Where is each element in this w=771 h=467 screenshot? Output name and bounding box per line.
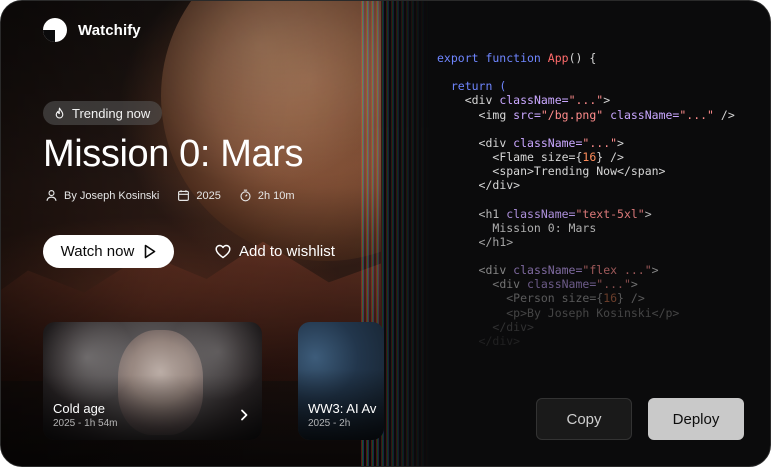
duration-text: 2h 10m [257,189,295,202]
app-name: Watchify [78,21,141,39]
code-attr: className= [603,107,680,122]
code-line: <span>Trending Now</span> [437,164,735,178]
movie-card-ww3[interactable]: WW3: AI Av 2025 - 2h [298,322,384,440]
code-text: </h1> [478,234,514,249]
timer-icon [240,189,251,202]
code-keyword: export function [437,51,541,65]
person-icon [46,190,57,201]
code-text: <img [478,107,514,122]
code-line: <img src="/bg.png" className="..." /> [437,108,735,122]
code-panel: export function App() { return ( <div cl… [437,51,735,348]
code-line: <Person size={16} /> [437,291,735,305]
code-text: () { [568,51,597,65]
copy-button[interactable]: Copy [536,398,632,440]
app-window: Watchify Trending now Mission 0: Mars By… [0,0,771,467]
code-line: <div className="..."> [437,136,735,150]
trending-label: Trending now [72,105,151,121]
meta-duration: 2h 10m [239,189,295,202]
code-attr: src= [513,107,541,122]
code-line: <p>By Joseph Kosinski</p> [437,306,735,320]
code-number: 16 [582,149,597,164]
code-text: /> [713,107,735,122]
code-text: <p>By Joseph Kosinski</p> [506,305,680,320]
code-attr: className= [499,93,569,108]
code-line: Mission 0: Mars [437,221,735,235]
code-text: <div [478,135,514,150]
code-line: export function App() { [437,51,735,65]
code-string: "text-5xl" [575,206,645,221]
watch-now-button[interactable]: Watch now [43,235,174,268]
code-text: } /> [617,291,645,306]
code-attr: className= [527,277,597,292]
movie-card-cold-age[interactable]: Cold age 2025 - 1h 54m [43,322,262,440]
code-text: > [644,206,652,221]
code-text: > [651,263,659,278]
card-title: Cold age [53,401,106,416]
code-text: > [617,135,624,150]
code-attr: className= [506,206,576,221]
code-string: "..." [679,107,714,122]
code-text: > [630,277,638,292]
logo-icon [43,18,67,42]
code-attr: className= [513,135,583,150]
code-string: "..." [582,135,618,150]
code-line: </div> [437,334,735,348]
trending-badge: Trending now [43,101,163,125]
heart-icon [215,244,231,258]
code-line: </div> [437,320,735,334]
code-string: "..." [596,277,631,292]
code-text: <div [492,277,528,292]
wishlist-label: Add to wishlist [239,242,335,260]
brand[interactable]: Watchify [42,17,141,43]
code-text: </div> [478,333,521,348]
code-line: </h1> [437,235,735,249]
flame-icon [55,107,64,118]
code-string: "..." [568,93,604,108]
calendar-icon [178,190,190,201]
code-string: "flex ..." [582,263,652,278]
code-line: <h1 className="text-5xl"> [437,207,735,221]
code-text: } /> [596,149,624,164]
code-text: <span>Trending Now</span> [492,164,666,179]
meta-director: By Joseph Kosinski [45,189,159,202]
code-attr: className= [513,263,583,278]
code-string: "/bg.png" [540,107,604,122]
code-number: 16 [603,291,618,306]
play-icon [145,244,156,259]
code-line: </div> [437,178,735,192]
code-text: </div> [492,319,534,334]
code-line: <div className="..."> [437,93,735,107]
code-text: <Person size={ [506,291,604,306]
movie-meta: By Joseph Kosinski 2025 2h 10m [45,189,295,202]
code-text: <div [478,263,514,278]
year-text: 2025 [196,189,221,202]
code-line: <div className="..."> [437,277,735,291]
card-title: WW3: AI Av [308,401,377,416]
movie-title: Mission 0: Mars [43,133,304,175]
code-function: App [547,51,569,65]
add-to-wishlist-button[interactable]: Add to wishlist [215,237,335,265]
code-text: <Flame size={ [492,149,583,164]
code-line: return ( [437,79,735,93]
chevron-right-icon[interactable] [238,409,250,421]
code-keyword: return ( [450,79,507,94]
code-text: <h1 [478,206,507,221]
card-subtitle: 2025 - 1h 54m [53,418,118,429]
code-text: <div [464,93,500,108]
watch-now-label: Watch now [60,243,135,260]
meta-year: 2025 [177,189,221,202]
code-text: Mission 0: Mars [492,220,597,235]
code-line: <Flame size={16} /> [437,150,735,164]
code-line: <div className="flex ..."> [437,263,735,277]
card-subtitle: 2025 - 2h [308,418,351,429]
code-text: > [603,93,611,108]
deploy-button[interactable]: Deploy [648,398,744,440]
code-text: </div> [478,178,521,193]
director-text: By Joseph Kosinski [64,189,160,202]
